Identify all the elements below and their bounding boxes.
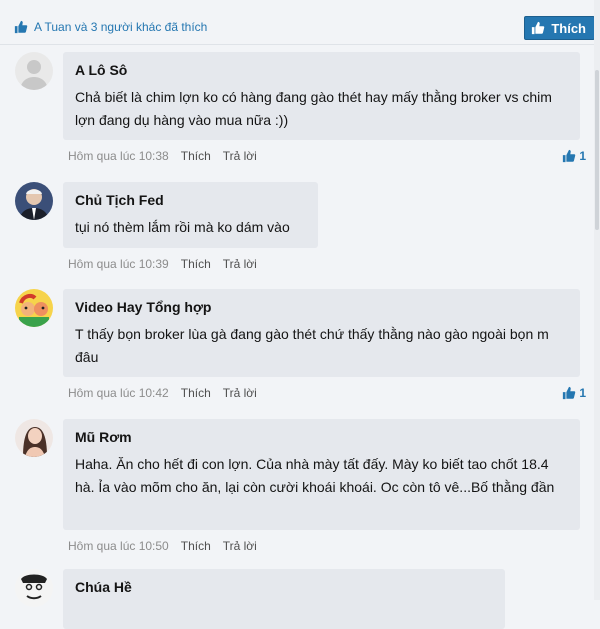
like-link[interactable]: Thích	[181, 386, 211, 400]
comment-author[interactable]: A Lô Sô	[75, 62, 568, 78]
man-in-suit-avatar[interactable]	[15, 182, 53, 220]
like-count-value: 1	[579, 149, 586, 163]
comment-text: tụi nó thèm lắm rồi mà ko dám vào	[75, 219, 290, 235]
comment-bubble: Chủ Tịch Fed tụi nó thèm lắm rồi mà ko d…	[63, 182, 318, 248]
comment-text: T thấy bọn broker lùa gà đang gào thét c…	[75, 326, 549, 365]
comment-bubble: Mũ Rơm Haha. Ăn cho hết đi con lợn. Của …	[63, 419, 580, 530]
default-user-avatar[interactable]	[15, 52, 53, 90]
comment-meta: Hôm qua lúc 10:42 Thích Trả lời	[68, 386, 257, 400]
likes-summary-text: A Tuan và 3 người khác đã thích	[34, 20, 208, 34]
comment-author[interactable]: Mũ Rơm	[75, 429, 568, 445]
like-link[interactable]: Thích	[181, 539, 211, 553]
thumbs-up-icon	[562, 386, 576, 400]
thumbs-up-icon	[562, 149, 576, 163]
comment-time[interactable]: Hôm qua lúc 10:50	[68, 539, 169, 553]
comment-time[interactable]: Hôm qua lúc 10:38	[68, 149, 169, 163]
reply-link[interactable]: Trả lời	[223, 386, 257, 400]
thumbs-up-icon	[531, 21, 545, 35]
scrollbar-thumb[interactable]	[595, 70, 599, 230]
woman-avatar[interactable]	[15, 419, 53, 457]
reactions-bar: A Tuan và 3 người khác đã thích Thích	[0, 0, 600, 45]
comment-bubble: A Lô Sô Chả biết là chim lợn ko có hàng …	[63, 52, 580, 140]
like-count[interactable]: 1	[562, 386, 586, 400]
thumbs-up-icon	[14, 20, 28, 34]
comment-text: Chả biết là chim lợn ko có hàng đang gào…	[75, 89, 552, 128]
reply-link[interactable]: Trả lời	[223, 257, 257, 271]
like-count[interactable]: 1	[562, 149, 586, 163]
comment-author[interactable]: Chủ Tịch Fed	[75, 192, 306, 208]
like-link[interactable]: Thích	[181, 257, 211, 271]
comment-time[interactable]: Hôm qua lúc 10:39	[68, 257, 169, 271]
comment-bubble: Chúa Hề	[63, 569, 505, 629]
like-button[interactable]: Thích	[524, 16, 595, 40]
comment-text: Haha. Ăn cho hết đi con lợn. Của nhà mày…	[75, 456, 555, 495]
like-link[interactable]: Thích	[181, 149, 211, 163]
sketch-face-avatar[interactable]	[15, 569, 53, 607]
reply-link[interactable]: Trả lời	[223, 539, 257, 553]
cartoon-avatar[interactable]	[15, 289, 53, 327]
reply-link[interactable]: Trả lời	[223, 149, 257, 163]
like-count-value: 1	[579, 386, 586, 400]
scrollbar[interactable]	[594, 0, 600, 600]
like-button-label: Thích	[551, 20, 586, 36]
comment-time[interactable]: Hôm qua lúc 10:42	[68, 386, 169, 400]
comment-meta: Hôm qua lúc 10:38 Thích Trả lời	[68, 149, 257, 163]
comment-author[interactable]: Chúa Hề	[75, 579, 493, 595]
comment-bubble: Video Hay Tổng hợp T thấy bọn broker lùa…	[63, 289, 580, 377]
comment-meta: Hôm qua lúc 10:39 Thích Trả lời	[68, 257, 257, 271]
comment-author[interactable]: Video Hay Tổng hợp	[75, 299, 568, 315]
likes-summary[interactable]: A Tuan và 3 người khác đã thích	[14, 20, 207, 34]
comment-meta: Hôm qua lúc 10:50 Thích Trả lời	[68, 539, 257, 553]
